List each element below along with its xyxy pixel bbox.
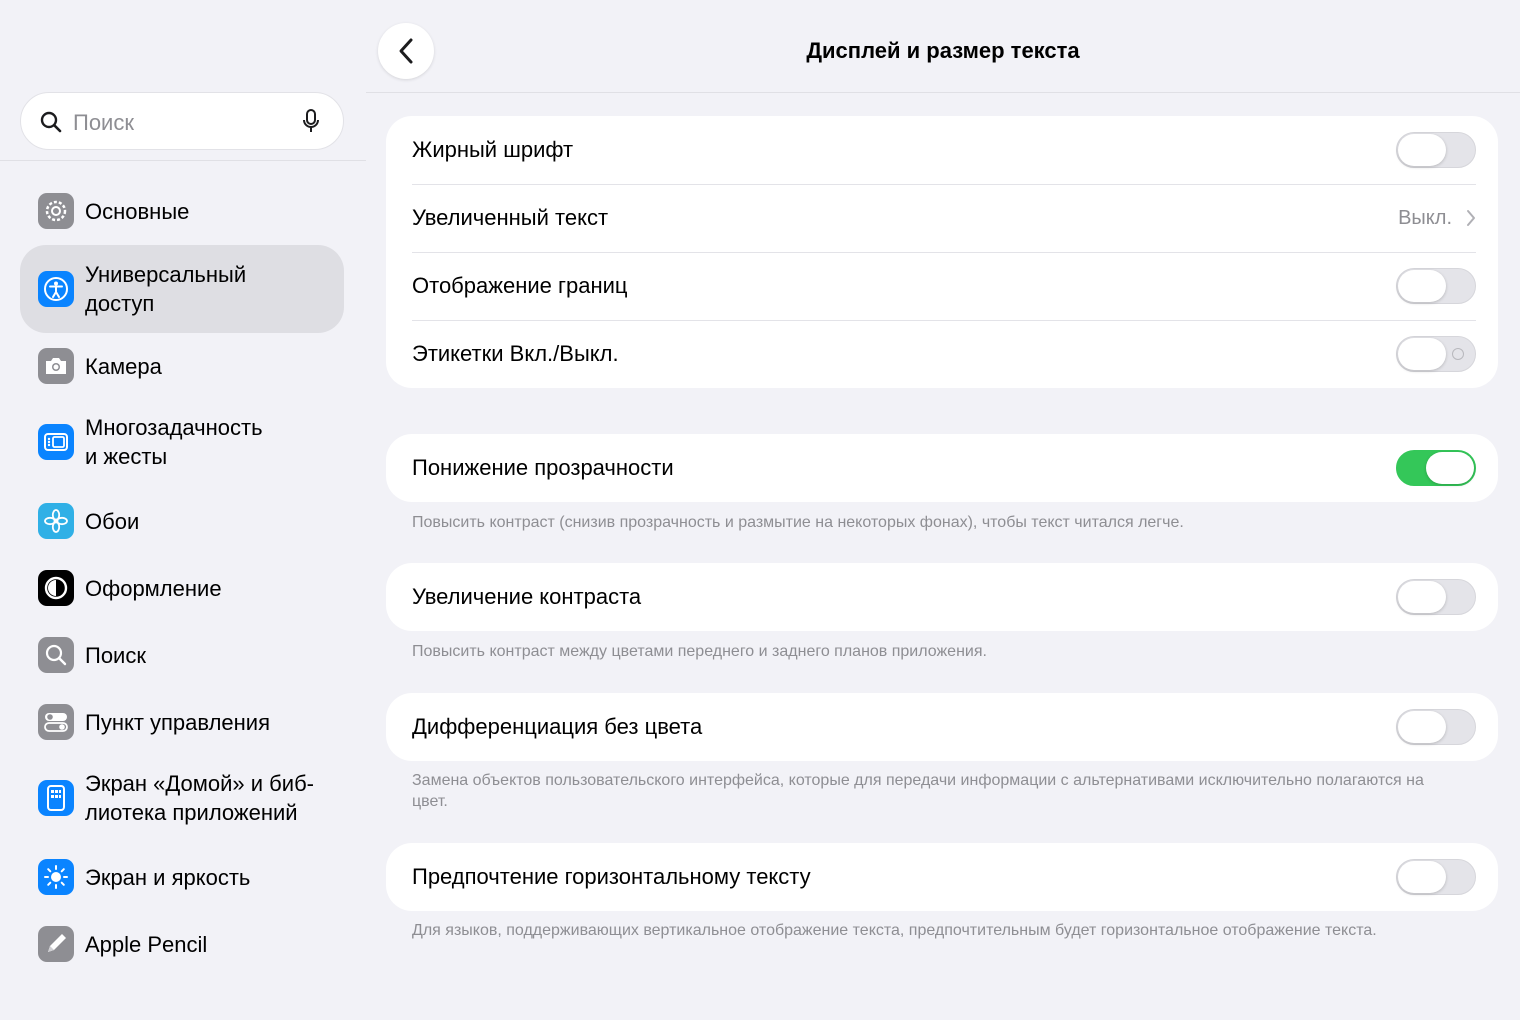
back-button[interactable]: [378, 23, 434, 79]
row-larger-text[interactable]: Увеличенный текст Выкл.: [386, 184, 1498, 252]
flower-icon: [38, 503, 74, 539]
accessibility-icon: [38, 271, 74, 307]
settings-group-text: Жирный шрифт Увеличенный текст Выкл. Ото…: [386, 116, 1498, 388]
on-off-labels-toggle[interactable]: [1396, 336, 1476, 372]
row-label: Дифференциация без цвета: [412, 714, 703, 739]
row-label: Увеличение контраста: [412, 584, 642, 609]
bold-text-toggle[interactable]: [1396, 132, 1476, 168]
footnote-differentiate: Замена объектов пользовательского интерф…: [412, 772, 1424, 810]
pencil-icon: [38, 926, 74, 962]
row-label: Предпочтение горизонтальному тексту: [412, 864, 811, 889]
main-content: Дисплей и размер текста Жирный шрифт Уве…: [366, 0, 1520, 1020]
home-screen-icon: [38, 780, 74, 816]
sidebar-item-label: Многозадачность и жесты: [85, 415, 263, 469]
magnifier-icon: [40, 111, 62, 133]
gear-icon: [38, 193, 74, 229]
footnote-transparency: Повысить контраст (снизив прозрачность и…: [412, 514, 1184, 531]
search-field[interactable]: [20, 92, 344, 150]
sidebar-item-label: Экран и яркость: [85, 864, 251, 890]
differentiate-toggle[interactable]: [1396, 709, 1476, 745]
chevron-left-icon: [399, 38, 413, 64]
sidebar-item-camera[interactable]: Камера: [20, 345, 344, 387]
row-horizontal-text: Предпочтение горизонтальному тексту: [386, 843, 1498, 911]
horizontal-text-toggle[interactable]: [1396, 859, 1476, 895]
sidebar-item-search[interactable]: Поиск: [20, 634, 344, 676]
nav-divider: [366, 92, 1520, 93]
page-title: Дисплей и размер текста: [806, 38, 1080, 63]
increase-contrast-toggle[interactable]: [1396, 579, 1476, 615]
sidebar-item-home-screen[interactable]: Экран «Домой» и биб- лиотека приложений: [20, 768, 344, 828]
sidebar-item-display-brightness[interactable]: Экран и яркость: [20, 856, 344, 898]
sidebar-item-label: Пункт управления: [85, 709, 271, 735]
reduce-transparency-toggle[interactable]: [1396, 450, 1476, 486]
sun-icon: [38, 859, 74, 895]
settings-group-transparency: Понижение прозрачности: [386, 434, 1498, 502]
sidebar-item-label: Экран «Домой» и биб- лиотека приложений: [85, 771, 315, 825]
appearance-icon: [38, 570, 74, 606]
sidebar-item-label: Основные: [85, 198, 190, 224]
off-label-icon: [1452, 348, 1464, 360]
row-button-shapes: Отображение границ: [386, 252, 1498, 320]
row-label: Отображение границ: [412, 273, 628, 298]
microphone-icon[interactable]: [301, 108, 321, 136]
sidebar-item-apple-pencil[interactable]: Apple Pencil: [20, 923, 344, 965]
footnote-contrast: Повысить контраст между цветами переднег…: [412, 643, 987, 660]
row-bold-text: Жирный шрифт: [386, 116, 1498, 184]
sidebar-item-label: Apple Pencil: [85, 931, 208, 957]
search-input[interactable]: [71, 105, 295, 141]
toggles-icon: [38, 704, 74, 740]
row-label: Этикетки Вкл./Выкл.: [412, 341, 619, 366]
search-icon: [38, 637, 74, 673]
row-on-off-labels: Этикетки Вкл./Выкл.: [386, 320, 1498, 388]
sidebar-item-control-center[interactable]: Пункт управления: [20, 701, 344, 743]
row-increase-contrast: Увеличение контраста: [386, 563, 1498, 631]
settings-group-horizontal-text: Предпочтение горизонтальному тексту: [386, 843, 1498, 911]
larger-text-value: Выкл.: [1398, 206, 1452, 229]
row-differentiate: Дифференциация без цвета: [386, 693, 1498, 761]
row-reduce-transparency: Понижение прозрачности: [386, 434, 1498, 502]
sidebar-item-appearance[interactable]: Оформление: [20, 567, 344, 609]
sidebar-item-general[interactable]: Основные: [20, 190, 344, 232]
row-label: Жирный шрифт: [412, 137, 574, 162]
sidebar-item-label: Камера: [85, 353, 162, 379]
multitasking-icon: [38, 424, 74, 460]
sidebar-divider: [0, 160, 366, 161]
camera-icon: [38, 348, 74, 384]
chevron-right-icon: [1467, 210, 1475, 226]
sidebar-item-label: Обои: [85, 508, 140, 534]
button-shapes-toggle[interactable]: [1396, 268, 1476, 304]
sidebar-item-label: Универсальный доступ: [85, 262, 247, 316]
row-label: Понижение прозрачности: [412, 455, 674, 480]
sidebar-item-multitasking[interactable]: Многозадачность и жесты: [20, 412, 344, 472]
sidebar-item-accessibility[interactable]: Универсальный доступ: [20, 245, 344, 333]
footnote-horizontal-text: Для языков, поддерживающих вертикальное …: [412, 922, 1377, 939]
settings-group-contrast: Увеличение контраста: [386, 563, 1498, 631]
settings-group-differentiate: Дифференциация без цвета: [386, 693, 1498, 761]
sidebar-item-label: Поиск: [85, 642, 146, 668]
sidebar: Основные Универсальный доступ Камера Мно…: [0, 0, 366, 1020]
sidebar-item-label: Оформление: [85, 575, 222, 601]
sidebar-item-wallpaper[interactable]: Обои: [20, 500, 344, 542]
row-label: Увеличенный текст: [412, 205, 609, 230]
